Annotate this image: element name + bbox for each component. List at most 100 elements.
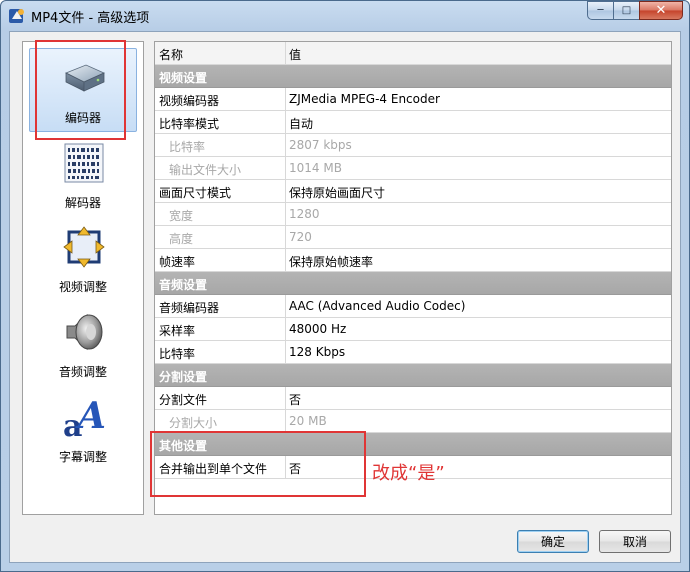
- column-separator: [285, 134, 286, 156]
- nav-item-label: 解码器: [64, 196, 101, 210]
- column-separator: [285, 42, 286, 64]
- property-value: 1014 MB: [289, 161, 342, 175]
- close-button[interactable]: ✕: [639, 1, 683, 20]
- subtitle-letter-a-icon: a A: [63, 395, 106, 440]
- property-name: 宽度: [169, 209, 194, 223]
- property-value[interactable]: 48000 Hz: [289, 322, 346, 336]
- svg-text:A: A: [75, 395, 106, 437]
- group-label: 分割设置: [159, 370, 208, 384]
- cancel-button[interactable]: 取消: [599, 530, 671, 553]
- property-value: 1280: [289, 207, 320, 221]
- column-separator: [285, 180, 286, 202]
- column-separator: [285, 226, 286, 248]
- property-name: 输出文件大小: [169, 163, 242, 177]
- table-row[interactable]: 画面尺寸模式 保持原始画面尺寸: [155, 180, 671, 203]
- column-separator: [285, 387, 286, 409]
- close-icon: ✕: [655, 3, 667, 18]
- property-value[interactable]: 保持原始帧速率: [289, 253, 373, 270]
- nav-item-encoder[interactable]: 编码器: [29, 48, 137, 132]
- nav-item-label: 音频调整: [58, 365, 107, 379]
- property-name: 画面尺寸模式: [159, 186, 232, 200]
- title-bar[interactable]: MP4文件 - 高级选项 ─ □ ✕: [1, 1, 689, 31]
- property-value[interactable]: 自动: [289, 115, 313, 132]
- property-value[interactable]: ZJMedia MPEG-4 Encoder: [289, 92, 440, 106]
- annotation-note: 改成“是”: [372, 463, 445, 484]
- property-name: 比特率: [159, 347, 196, 361]
- column-header-name: 名称: [159, 48, 184, 62]
- category-list: 编码器 解码器 视频调整 音频调整 a A 字幕调整: [22, 41, 144, 515]
- dialog-window: MP4文件 - 高级选项 ─ □ ✕ 编码器 解码器 视频调整 音频调整 a A…: [0, 0, 690, 572]
- minimize-button[interactable]: ─: [587, 1, 613, 20]
- column-separator: [285, 249, 286, 271]
- nav-item-audio-adjust[interactable]: 音频调整: [29, 303, 137, 387]
- table-row[interactable]: 采样率 48000 Hz: [155, 318, 671, 341]
- nav-item-label: 字幕调整: [58, 450, 107, 464]
- nav-item-subtitle-adjust[interactable]: a A 字幕调整: [29, 388, 137, 472]
- column-separator: [285, 410, 286, 432]
- minimize-icon: ─: [597, 5, 604, 16]
- column-separator: [285, 157, 286, 179]
- property-name: 合并输出到单个文件: [159, 462, 268, 476]
- property-name: 采样率: [159, 324, 196, 338]
- nav-item-label: 编码器: [64, 111, 101, 125]
- property-name: 分割文件: [159, 393, 208, 407]
- table-row[interactable]: 视频编码器 ZJMedia MPEG-4 Encoder: [155, 88, 671, 111]
- maximize-icon: □: [621, 5, 632, 16]
- ok-button-label: 确定: [540, 535, 565, 549]
- property-value[interactable]: 否: [289, 391, 301, 408]
- property-name: 帧速率: [159, 255, 196, 269]
- encoder-box-icon: [65, 64, 105, 92]
- dialog-client-area: 编码器 解码器 视频调整 音频调整 a A 字幕调整 名称 值 视频设置 视频编…: [9, 31, 681, 563]
- app-icon: [9, 9, 24, 23]
- property-name: 比特率: [169, 140, 206, 154]
- nav-item-decoder[interactable]: 解码器: [29, 134, 137, 218]
- property-value: 720: [289, 230, 312, 244]
- nav-item-label: 视频调整: [58, 280, 107, 294]
- table-row: 比特率 2807 kbps: [155, 134, 671, 157]
- property-name: 视频编码器: [159, 94, 220, 108]
- table-row: 高度 720: [155, 226, 671, 249]
- column-header-value: 值: [289, 48, 302, 62]
- column-separator: [285, 203, 286, 225]
- cancel-button-label: 取消: [622, 535, 647, 549]
- property-value[interactable]: 保持原始画面尺寸: [289, 184, 385, 201]
- column-separator: [285, 111, 286, 133]
- maximize-button[interactable]: □: [613, 1, 639, 20]
- group-label: 视频设置: [159, 71, 208, 85]
- table-row[interactable]: 分割文件 否: [155, 387, 671, 410]
- decoder-barcode-icon: [64, 143, 104, 183]
- table-row[interactable]: 比特率 128 Kbps: [155, 341, 671, 364]
- property-grid: 名称 值 视频设置视频编码器 ZJMedia MPEG-4 Encoder 比特率模…: [154, 41, 672, 515]
- table-row[interactable]: 音频编码器 AAC (Advanced Audio Codec): [155, 295, 671, 318]
- column-separator: [285, 318, 286, 340]
- speaker-icon: [66, 313, 103, 351]
- grid-group-header: 分割设置: [155, 364, 671, 387]
- grid-header: 名称 值: [155, 42, 671, 65]
- property-value[interactable]: AAC (Advanced Audio Codec): [289, 299, 465, 313]
- table-row: 宽度 1280: [155, 203, 671, 226]
- column-separator: [285, 341, 286, 363]
- video-adjust-arrows-icon: [63, 226, 105, 268]
- nav-item-video-adjust[interactable]: 视频调整: [29, 218, 137, 302]
- table-row[interactable]: 帧速率 保持原始帧速率: [155, 249, 671, 272]
- property-name: 高度: [169, 232, 194, 246]
- property-value: 2807 kbps: [289, 138, 352, 152]
- grid-group-header: 视频设置: [155, 65, 671, 88]
- property-name: 分割大小: [169, 416, 218, 430]
- grid-group-header: 其他设置: [155, 433, 671, 456]
- property-name: 音频编码器: [159, 301, 220, 315]
- window-title: MP4文件 - 高级选项: [31, 11, 150, 26]
- property-value: 20 MB: [289, 414, 327, 428]
- property-name: 比特率模式: [159, 117, 220, 131]
- property-value[interactable]: 否: [289, 460, 301, 477]
- ok-button[interactable]: 确定: [517, 530, 589, 553]
- column-separator: [285, 88, 286, 110]
- table-row: 输出文件大小 1014 MB: [155, 157, 671, 180]
- window-controls: ─ □ ✕: [587, 1, 683, 21]
- column-separator: [285, 295, 286, 317]
- table-row[interactable]: 比特率模式 自动: [155, 111, 671, 134]
- group-label: 其他设置: [159, 439, 208, 453]
- grid-group-header: 音频设置: [155, 272, 671, 295]
- property-value[interactable]: 128 Kbps: [289, 345, 345, 359]
- group-label: 音频设置: [159, 278, 208, 292]
